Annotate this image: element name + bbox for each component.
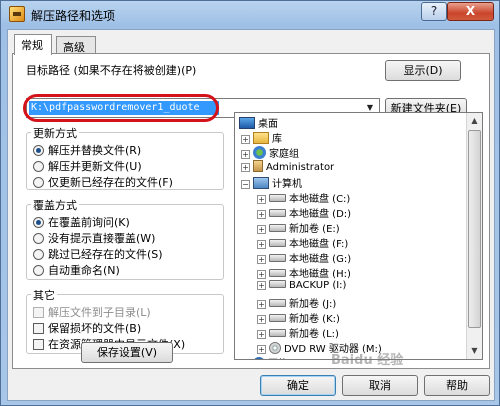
checkbox-icon[interactable] [33,323,44,334]
folder-tree-list: 桌面 + 库 + 家庭组 + Administrator − 计算机 + 本地磁… [235,113,467,359]
hard-drive-icon [269,299,286,307]
hard-drive-icon [269,329,286,337]
radio-button-icon[interactable] [33,265,44,276]
hard-drive-icon [269,254,286,262]
tree-node-libraries[interactable]: + 库 [241,130,282,145]
collapse-icon[interactable]: − [241,180,250,189]
tree-node-drive-i[interactable]: + BACKUP (I:) [257,280,346,295]
tree-node-drive-d[interactable]: + 本地磁盘 (D:) [257,205,351,220]
extract-dialog: 解压路径和选项 ? X 常规 高级 目标路径 (如果不存在将被创建)(P) 显示… [0,0,500,406]
expand-icon[interactable]: + [241,150,250,159]
dvd-drive-icon [269,342,281,354]
expand-icon[interactable]: + [257,255,266,264]
expand-icon[interactable]: + [257,210,266,219]
tree-node-drive-m[interactable]: + DVD RW 驱动器 (M:) [257,340,382,355]
radio-ask-before-overwrite[interactable]: 在覆盖前询问(K) [33,214,130,230]
hard-drive-icon [269,314,286,322]
tree-node-homegroup[interactable]: + 家庭组 [241,145,299,160]
radio-extract-update[interactable]: 解压并更新文件(U) [33,158,142,174]
expand-icon[interactable]: + [257,330,266,339]
radio-button-icon[interactable] [33,161,44,172]
checkbox-keep-broken-files[interactable]: 保留损坏的文件(B) [33,320,141,336]
scroll-down-arrow-icon[interactable]: ▼ [467,343,482,359]
tab-general[interactable]: 常规 [14,34,52,55]
radio-button-icon[interactable] [33,217,44,228]
radio-auto-rename[interactable]: 自动重命名(N) [33,262,120,278]
expand-icon[interactable]: + [257,195,266,204]
user-folder-icon [253,160,263,172]
checkbox-extract-to-subfolder[interactable]: 解压文件到子目录(L) [33,304,151,320]
scroll-up-arrow-icon[interactable]: ▲ [467,113,482,129]
radio-button-icon[interactable] [33,177,44,188]
radio-skip-existing[interactable]: 跳过已经存在的文件(S) [33,246,163,262]
checkbox-icon[interactable] [33,307,44,318]
tree-node-drive-j[interactable]: + 新加卷 (J:) [257,295,336,310]
network-icon [253,357,265,359]
radio-extract-replace[interactable]: 解压并替换文件(R) [33,142,141,158]
homegroup-icon [253,146,266,159]
overwrite-mode-title: 覆盖方式 [31,197,79,213]
radio-button-icon[interactable] [33,145,44,156]
tree-node-drive-l[interactable]: + 新加卷 (L:) [257,325,339,340]
tree-node-drive-e[interactable]: + 新加卷 (E:) [257,220,340,235]
expand-icon[interactable]: + [257,345,266,354]
checkbox-icon[interactable] [33,339,44,350]
general-tab-panel: 目标路径 (如果不存在将被创建)(P) 显示(D) ▼ 新建文件夹(E) 更新方… [12,53,490,369]
hard-drive-icon [269,239,286,247]
folder-tree[interactable]: 桌面 + 库 + 家庭组 + Administrator − 计算机 + 本地磁… [234,112,483,360]
computer-icon [253,177,269,189]
expand-icon[interactable]: + [257,300,266,309]
radio-button-icon[interactable] [33,249,44,260]
destination-path-label: 目标路径 (如果不存在将被创建)(P) [26,64,197,77]
update-mode-group: 更新方式 解压并替换文件(R) 解压并更新文件(U) 仅更新已经存在的文件(F) [26,125,224,190]
tree-node-computer[interactable]: − 计算机 [241,175,302,190]
save-settings-button[interactable]: 保存设置(V) [81,342,173,363]
expand-icon[interactable]: + [257,281,266,290]
expand-icon[interactable]: + [257,240,266,249]
update-mode-title: 更新方式 [31,125,79,141]
expand-icon[interactable]: + [241,135,250,144]
destination-path-input[interactable] [29,101,219,115]
scrollbar-thumb[interactable] [468,130,481,328]
folder-icon [253,132,269,144]
hard-drive-icon [269,194,286,202]
expand-icon[interactable]: + [257,270,266,279]
tree-node-network[interactable]: +网络 [241,355,288,359]
titlebar-help-button[interactable]: ? [421,2,447,21]
expand-icon[interactable]: + [257,315,266,324]
tree-node-drive-f[interactable]: + 本地磁盘 (F:) [257,235,348,250]
tree-node-administrator[interactable]: + Administrator [241,160,334,175]
help-button[interactable]: 帮助 [424,375,490,396]
tree-node-desktop[interactable]: 桌面 [239,115,278,130]
window-title: 解压路径和选项 [31,9,116,23]
overwrite-mode-group: 覆盖方式 在覆盖前询问(K) 没有提示直接覆盖(W) 跳过已经存在的文件(S) … [26,197,224,280]
hard-drive-icon [269,269,286,277]
hard-drive-icon [269,280,286,288]
desktop-icon [239,117,255,129]
show-button[interactable]: 显示(D) [385,60,461,81]
winrar-app-icon [9,6,25,22]
hard-drive-icon [269,224,286,232]
cancel-button[interactable]: 取消 [342,375,418,396]
titlebar-close-button[interactable]: X [447,2,494,21]
tree-node-drive-h[interactable]: + 本地磁盘 (H:) [257,265,351,280]
expand-icon[interactable]: + [241,163,250,172]
ok-button[interactable]: 确定 [260,375,336,396]
misc-options-title: 其它 [31,287,57,303]
title-bar[interactable]: 解压路径和选项 ? X [1,1,499,27]
hard-drive-icon [269,209,286,217]
tree-node-drive-k[interactable]: + 新加卷 (K:) [257,310,340,325]
tree-scrollbar[interactable]: ▲ ▼ [466,113,482,359]
radio-overwrite-without-prompt[interactable]: 没有提示直接覆盖(W) [33,230,155,246]
dialog-client-area: 常规 高级 目标路径 (如果不存在将被创建)(P) 显示(D) ▼ 新建文件夹(… [7,29,495,401]
radio-update-existing[interactable]: 仅更新已经存在的文件(F) [33,174,173,190]
tree-node-drive-c[interactable]: + 本地磁盘 (C:) [257,190,350,205]
tree-node-drive-g[interactable]: + 本地磁盘 (G:) [257,250,351,265]
expand-icon[interactable]: + [257,225,266,234]
radio-button-icon[interactable] [33,233,44,244]
